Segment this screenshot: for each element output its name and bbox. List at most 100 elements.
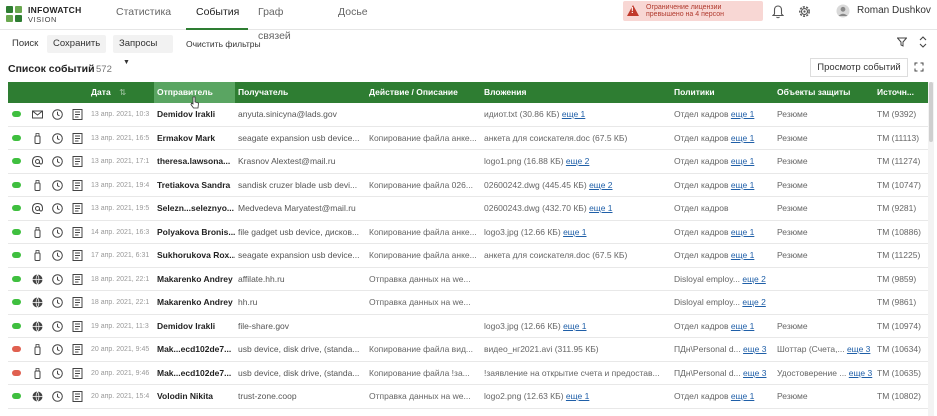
clock-icon[interactable]	[52, 132, 63, 144]
cell-recipient[interactable]: usb device, disk drive, (standa...	[235, 338, 366, 361]
nav-tab-statistics[interactable]: Статистика	[106, 0, 186, 30]
clock-icon[interactable]	[52, 109, 63, 120]
attachments-more-link[interactable]: еще 1	[562, 109, 585, 119]
table-row[interactable]: 19 апр. 2021, 11:3 Demidov Irakli file-sha…	[8, 314, 928, 338]
expand-icon[interactable]	[914, 62, 924, 72]
attachment-name[interactable]: logo1.png (16.88 КБ)	[484, 156, 564, 166]
document-icon[interactable]	[72, 109, 83, 120]
cell-recipient[interactable]: seagate expansion usb device...	[235, 244, 366, 267]
cell-sender[interactable]: Mak...ecd102de7...	[154, 362, 235, 385]
column-header-date[interactable]: Дата ⇅	[88, 82, 154, 103]
bell-icon[interactable]	[772, 5, 784, 19]
clear-filters-button[interactable]: Очистить фильтры	[186, 35, 261, 53]
column-header-source[interactable]: Источн...	[874, 82, 928, 103]
attachment-name[interactable]: 02600243.dwg (432.70 КБ)	[484, 203, 587, 213]
cell-recipient[interactable]: Medvedeva Maryatest@mail.ru	[235, 197, 366, 220]
cell-recipient[interactable]: usb device, disk drive, (standa...	[235, 362, 366, 385]
policies-more-link[interactable]: еще 1	[731, 109, 754, 119]
policies-more-link[interactable]: еще 1	[731, 250, 754, 260]
table-row[interactable]: 13 апр. 2021, 17:1 theresa.lawsona... Kras…	[8, 150, 928, 174]
document-icon[interactable]	[72, 391, 83, 402]
document-icon[interactable]	[72, 344, 83, 355]
cell-sender[interactable]: Mak...ecd102de7...	[154, 338, 235, 361]
table-row[interactable]: 18 апр. 2021, 22:1 Makarenko Andrey affila…	[8, 267, 928, 291]
cell-recipient[interactable]: hh.ru	[235, 291, 366, 314]
cell-sender[interactable]: Polyakova Bronis...	[154, 221, 235, 244]
queries-dropdown[interactable]: Запросы ▼	[113, 35, 173, 66]
cell-sender[interactable]: Ermakov Mark	[154, 127, 235, 150]
document-icon[interactable]	[72, 297, 83, 308]
nav-tab-events[interactable]: События	[186, 0, 248, 30]
document-icon[interactable]	[72, 273, 83, 285]
view-events-button[interactable]: Просмотр событий	[810, 58, 908, 77]
table-scrollbar[interactable]	[928, 82, 934, 416]
document-icon[interactable]	[72, 320, 83, 332]
search-button[interactable]: Поиск	[12, 35, 38, 53]
attachment-name[interactable]: 02600242.dwg (445.45 КБ)	[484, 180, 587, 190]
attachment-name[interactable]: logo3.jpg (12.66 КБ)	[484, 227, 561, 237]
cell-recipient[interactable]: anyuta.sinicyna@lads.gov	[235, 103, 366, 126]
policies-more-link[interactable]: еще 1	[731, 180, 754, 190]
attachment-name[interactable]: logo2.png (12.63 КБ)	[484, 391, 564, 401]
document-icon[interactable]	[72, 367, 83, 379]
document-icon[interactable]	[72, 156, 83, 167]
document-icon[interactable]	[72, 132, 83, 144]
filter-icon[interactable]	[897, 37, 907, 47]
attachments-more-link[interactable]: еще 1	[566, 391, 589, 401]
cell-recipient[interactable]: file-share.gov	[235, 315, 366, 338]
nav-tab-dossier[interactable]: Досье	[328, 0, 388, 30]
attachments-more-link[interactable]: еще 2	[589, 180, 612, 190]
policies-more-link[interactable]: еще 2	[742, 274, 765, 284]
user-avatar-icon[interactable]	[836, 4, 850, 18]
table-row[interactable]: 17 апр. 2021, 6:31 Sukhorukova Rox... seag…	[8, 244, 928, 268]
cell-recipient[interactable]: affilate.hh.ru	[235, 268, 366, 291]
attachment-name[interactable]: идиот.txt (30.86 КБ)	[484, 109, 559, 119]
column-header-policies[interactable]: Политики	[671, 82, 774, 103]
clock-icon[interactable]	[52, 297, 63, 308]
clock-icon[interactable]	[52, 367, 63, 379]
policies-more-link[interactable]: еще 1	[731, 227, 754, 237]
policies-more-link[interactable]: еще 1	[731, 321, 754, 331]
clock-icon[interactable]	[52, 273, 63, 285]
document-icon[interactable]	[72, 179, 83, 191]
clock-icon[interactable]	[52, 156, 63, 167]
scrollbar-thumb[interactable]	[929, 82, 933, 142]
attachment-name[interactable]: !заявление на открытие счета и предостав…	[484, 368, 660, 378]
attachment-name[interactable]: видео_нг2021.avi (311.95 КБ)	[484, 344, 599, 354]
policies-more-link[interactable]: еще 2	[742, 297, 765, 307]
more-options-icon[interactable]	[918, 36, 928, 48]
clock-icon[interactable]	[52, 344, 63, 355]
policies-more-link[interactable]: еще 3	[743, 344, 766, 354]
cell-recipient[interactable]: seagate expansion usb device...	[235, 127, 366, 150]
table-row[interactable]: 20 апр. 2021, 15:4 Volodin Nikita trust-zo…	[8, 385, 928, 409]
clock-icon[interactable]	[52, 391, 63, 402]
policies-more-link[interactable]: еще 1	[731, 391, 754, 401]
cell-sender[interactable]: Makarenko Andrey	[154, 268, 235, 291]
cell-sender[interactable]: Sukhorukova Rox...	[154, 244, 235, 267]
attachments-more-link[interactable]: еще 1	[589, 203, 612, 213]
user-name[interactable]: Roman Dushkov	[857, 5, 931, 16]
objects-more-link[interactable]: еще 3	[847, 344, 870, 354]
document-icon[interactable]	[72, 203, 83, 214]
clock-icon[interactable]	[52, 320, 63, 332]
table-row[interactable]: 14 апр. 2021, 16:3 Polyakova Bronis... fil…	[8, 220, 928, 244]
policies-more-link[interactable]: еще 1	[731, 156, 754, 166]
cell-sender[interactable]: Demidov Irakli	[154, 315, 235, 338]
cell-recipient[interactable]: Krasnov Alextest@mail.ru	[235, 150, 366, 173]
nav-tab-link-graph[interactable]: Граф связей	[248, 0, 328, 42]
attachments-more-link[interactable]: еще 1	[563, 227, 586, 237]
policies-more-link[interactable]: еще 3	[743, 368, 766, 378]
column-header-action[interactable]: Действие / Описание	[366, 82, 481, 103]
cell-sender[interactable]: Makarenko Andrey	[154, 291, 235, 314]
cell-recipient[interactable]: file gadget usb device, дисков...	[235, 221, 366, 244]
cell-sender[interactable]: Selezn...seleznyo...	[154, 197, 235, 220]
attachment-name[interactable]: анкета для соискателя.doc (67.5 КБ)	[484, 133, 627, 143]
infowatch-logo[interactable]: INFOWATCH VISION	[6, 4, 101, 26]
table-row[interactable]: 13 апр. 2021, 19:4 Tretiakova Sandra sandi…	[8, 173, 928, 197]
attachment-name[interactable]: logo3.jpg (12.66 КБ)	[484, 321, 561, 331]
document-icon[interactable]	[72, 250, 83, 261]
table-row[interactable]: 20 апр. 2021, 9:46 Mak...ecd102de7... usb …	[8, 361, 928, 385]
column-header-protected-objects[interactable]: Объекты защиты	[774, 82, 874, 103]
attachments-more-link[interactable]: еще 1	[563, 321, 586, 331]
table-row[interactable]: 13 апр. 2021, 16:5 Ermakov Mark seagate ex…	[8, 126, 928, 150]
